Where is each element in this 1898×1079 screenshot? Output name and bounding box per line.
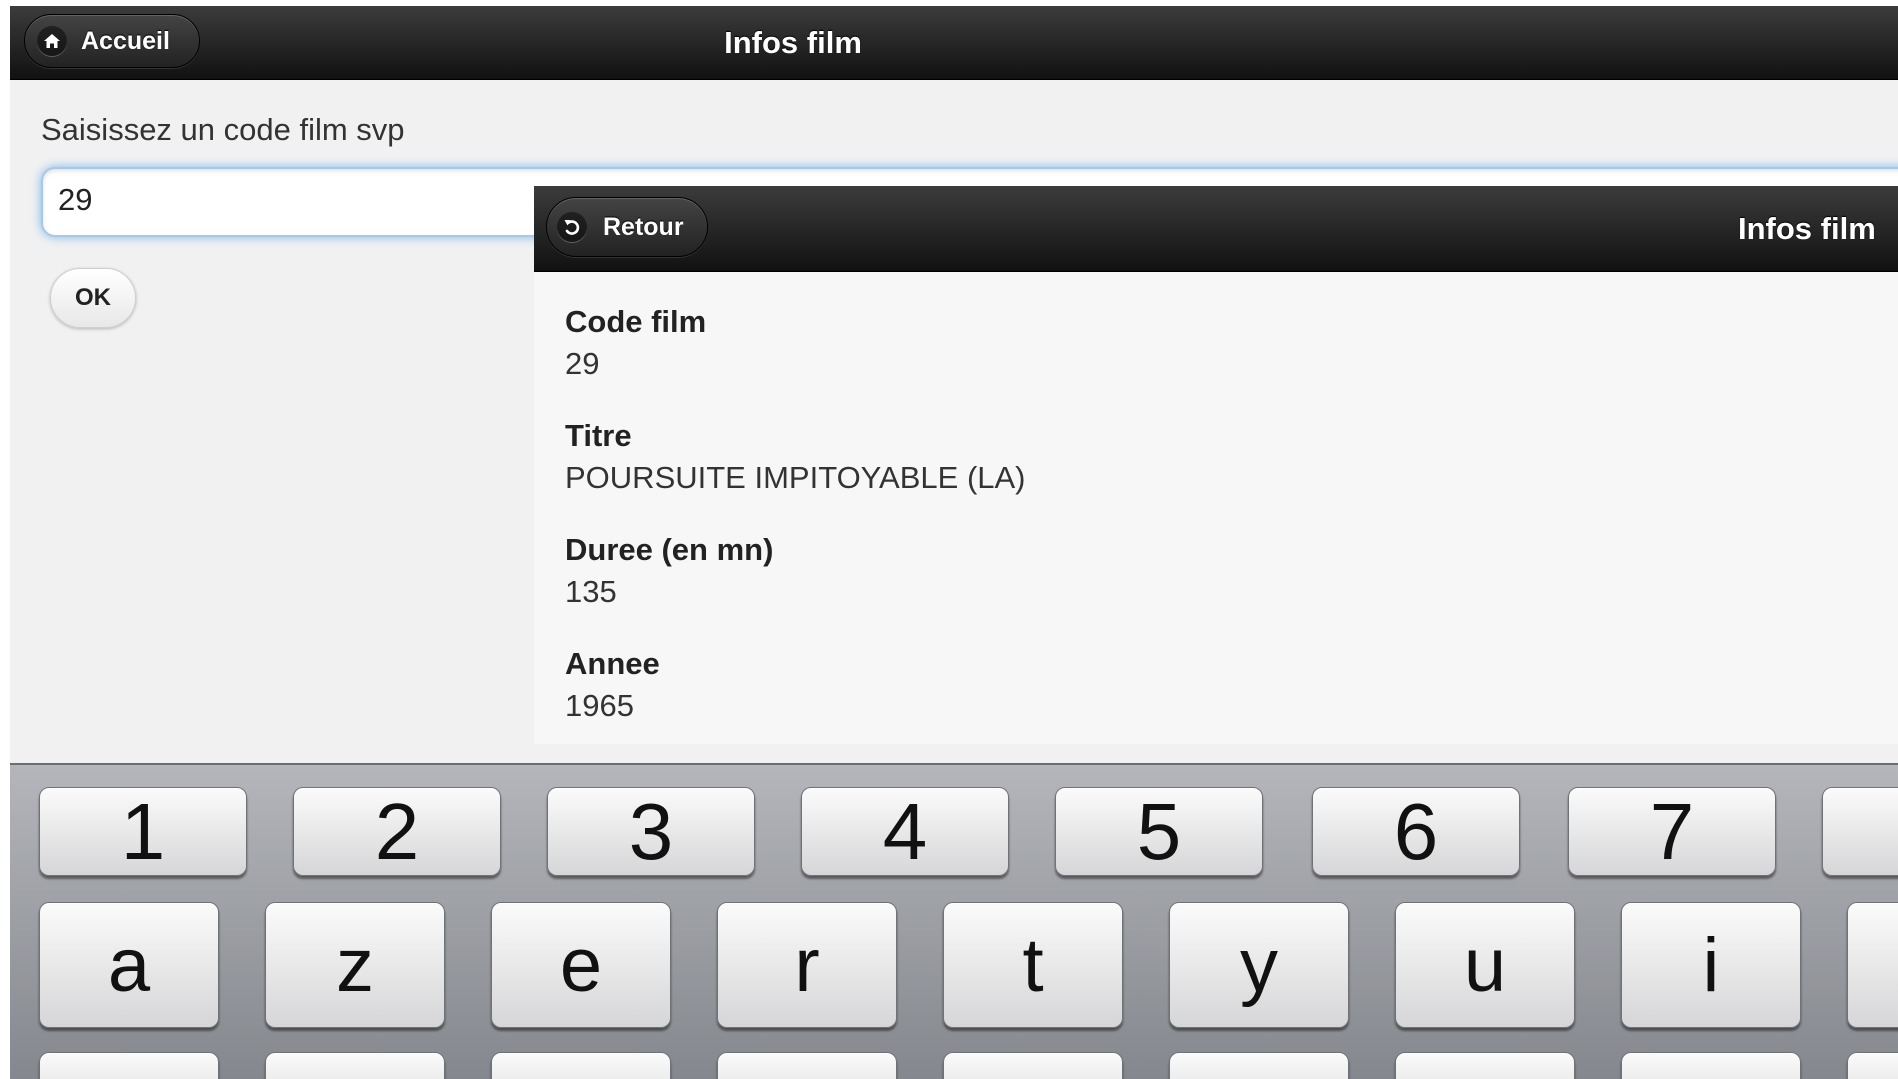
key-bottom-row[interactable]	[943, 1052, 1123, 1079]
field-label: Code film	[565, 304, 707, 339]
field-value: 29	[565, 346, 600, 381]
key-a[interactable]: a	[39, 902, 219, 1028]
key-6[interactable]: 6	[1312, 787, 1520, 876]
key-7[interactable]: 7	[1568, 787, 1776, 876]
main-header: Accueil Infos film	[10, 6, 1898, 80]
key-bottom-row[interactable]	[39, 1052, 219, 1079]
onscreen-keyboard: 1 2 3 4 5 6 7 a z e r t y u i	[10, 763, 1898, 1079]
back-arrow-icon	[557, 212, 587, 242]
key-o-partial[interactable]	[1847, 902, 1898, 1028]
back-button[interactable]: Retour	[546, 197, 708, 257]
key-u[interactable]: u	[1395, 902, 1575, 1028]
key-8-partial[interactable]	[1822, 787, 1898, 876]
detail-header: Retour Infos film	[534, 186, 1898, 272]
key-i[interactable]: i	[1621, 902, 1801, 1028]
detail-title: Infos film	[1738, 210, 1876, 246]
field-label: Titre	[565, 418, 632, 453]
key-bottom-row[interactable]	[1847, 1052, 1898, 1079]
field-value: 135	[565, 574, 617, 609]
key-3[interactable]: 3	[547, 787, 755, 876]
key-z[interactable]: z	[265, 902, 445, 1028]
key-bottom-row[interactable]	[265, 1052, 445, 1079]
field-titre: Titre POURSUITE IMPITOYABLE (LA)	[565, 418, 1026, 496]
ok-button[interactable]: OK	[50, 268, 136, 328]
key-e[interactable]: e	[491, 902, 671, 1028]
field-code-film: Code film 29	[565, 304, 706, 382]
field-label: Annee	[565, 646, 660, 681]
field-label: Duree (en mn)	[565, 532, 774, 567]
film-detail-page: Retour Infos film Code film 29 Titre POU…	[534, 186, 1898, 744]
key-r[interactable]: r	[717, 902, 897, 1028]
field-value: 1965	[565, 688, 634, 723]
back-button-label: Retour	[603, 212, 684, 241]
app-screenshot: Accueil Infos film Saisissez un code fil…	[0, 0, 1898, 1079]
key-bottom-row[interactable]	[717, 1052, 897, 1079]
page-title: Infos film	[724, 24, 862, 60]
field-value: POURSUITE IMPITOYABLE (LA)	[565, 460, 1026, 495]
key-2[interactable]: 2	[293, 787, 501, 876]
key-bottom-row[interactable]	[1169, 1052, 1349, 1079]
key-1[interactable]: 1	[39, 787, 247, 876]
key-4[interactable]: 4	[801, 787, 1009, 876]
key-bottom-row[interactable]	[1621, 1052, 1801, 1079]
key-y[interactable]: y	[1169, 902, 1349, 1028]
field-duree: Duree (en mn) 135	[565, 532, 773, 610]
key-t[interactable]: t	[943, 902, 1123, 1028]
key-bottom-row[interactable]	[1395, 1052, 1575, 1079]
key-5[interactable]: 5	[1055, 787, 1263, 876]
key-bottom-row[interactable]	[491, 1052, 671, 1079]
field-annee: Annee 1965	[565, 646, 660, 724]
app-screen: Accueil Infos film Saisissez un code fil…	[10, 6, 1898, 1079]
code-prompt-label: Saisissez un code film svp	[41, 112, 405, 147]
